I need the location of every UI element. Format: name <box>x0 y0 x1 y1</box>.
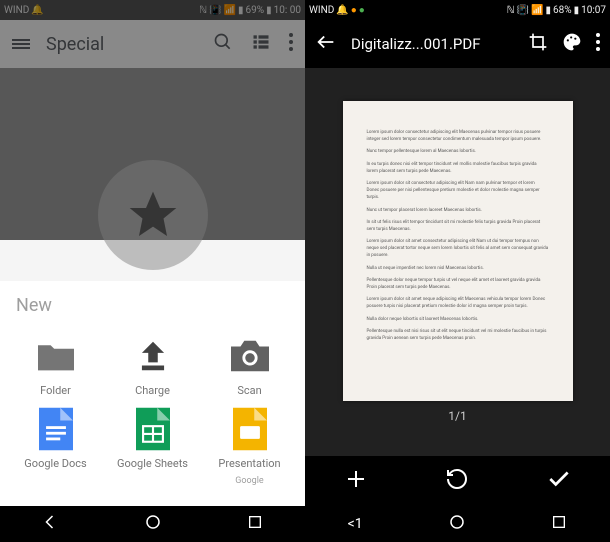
nav-bar-right: <1 <box>305 506 610 542</box>
sheet-title: New <box>10 295 295 316</box>
drive-screen: WIND 🔔 ℕ 📳 📶 ▮ 69% ▮ 10: 00 Special <box>0 0 305 542</box>
sheets-label: Google Sheets <box>117 457 188 470</box>
scan-label: Scan <box>237 384 261 397</box>
new-bottom-sheet: New Folder Charge Scan <box>0 281 305 506</box>
scanned-page: Lorem ipsum dolor consectetur adipiscing… <box>343 101 573 401</box>
app-dot-icon-2: ● <box>359 5 365 16</box>
app-dot-icon: ● <box>351 5 357 16</box>
status-bar-right: WIND 🔔 ● ● ℕ 📳 📶 ▮ 68% ▮ 10:07 <box>305 0 610 20</box>
nfc-icon: ℕ <box>507 5 515 16</box>
slides-sublabel: Google <box>235 476 263 486</box>
notification-icon: 🔔 <box>336 5 348 16</box>
slides-icon <box>233 407 267 451</box>
nav-back-icon[interactable]: <1 <box>348 516 363 532</box>
scan-actions-bar <box>305 456 610 506</box>
back-arrow-icon[interactable] <box>315 31 337 57</box>
more-icon[interactable] <box>596 33 600 55</box>
docs-label: Google Docs <box>24 457 86 470</box>
palette-icon[interactable] <box>562 32 582 56</box>
add-page-button[interactable] <box>344 467 368 495</box>
google-docs-button[interactable]: Google Docs <box>10 407 101 486</box>
nav-bar-left <box>0 506 305 542</box>
crop-icon[interactable] <box>528 32 548 56</box>
app-bar-right: Digitalizz...001.PDF <box>305 20 610 68</box>
document-preview-area[interactable]: Lorem ipsum dolor consectetur adipiscing… <box>305 68 610 456</box>
vibrate-icon: 📳 <box>517 5 529 16</box>
clock: 10:07 <box>581 5 606 16</box>
page-counter: 1/1 <box>448 409 466 423</box>
nav-home-icon[interactable] <box>144 513 162 535</box>
nav-back-icon[interactable] <box>42 513 60 535</box>
upload-label: Charge <box>135 384 170 397</box>
new-folder-button[interactable]: Folder <box>10 334 101 397</box>
folder-icon <box>34 334 78 378</box>
docs-icon <box>39 407 73 451</box>
carrier-label: WIND <box>309 5 334 16</box>
scanner-screen: WIND 🔔 ● ● ℕ 📳 📶 ▮ 68% ▮ 10:07 Digitaliz… <box>305 0 610 542</box>
sheets-icon <box>136 407 170 451</box>
retake-button[interactable] <box>445 467 469 495</box>
folder-label: Folder <box>40 384 71 397</box>
document-title[interactable]: Digitalizz...001.PDF <box>351 35 514 53</box>
signal-icon: ▮ <box>545 5 551 16</box>
google-sheets-button[interactable]: Google Sheets <box>107 407 198 486</box>
scan-button[interactable]: Scan <box>204 334 295 397</box>
battery-percent: 68% <box>553 5 572 16</box>
upload-button[interactable]: Charge <box>107 334 198 397</box>
nav-home-icon[interactable] <box>448 513 466 535</box>
nav-recent-icon[interactable] <box>247 514 263 534</box>
wifi-icon: 📶 <box>531 5 543 16</box>
google-slides-button[interactable]: Presentation Google <box>204 407 295 486</box>
slides-label: Presentation <box>218 457 280 470</box>
confirm-button[interactable] <box>546 466 572 496</box>
battery-icon: ▮ <box>574 5 580 16</box>
dim-overlay[interactable] <box>0 0 305 240</box>
camera-icon <box>227 334 273 378</box>
upload-icon <box>134 334 172 378</box>
nav-recent-icon[interactable] <box>551 514 567 534</box>
